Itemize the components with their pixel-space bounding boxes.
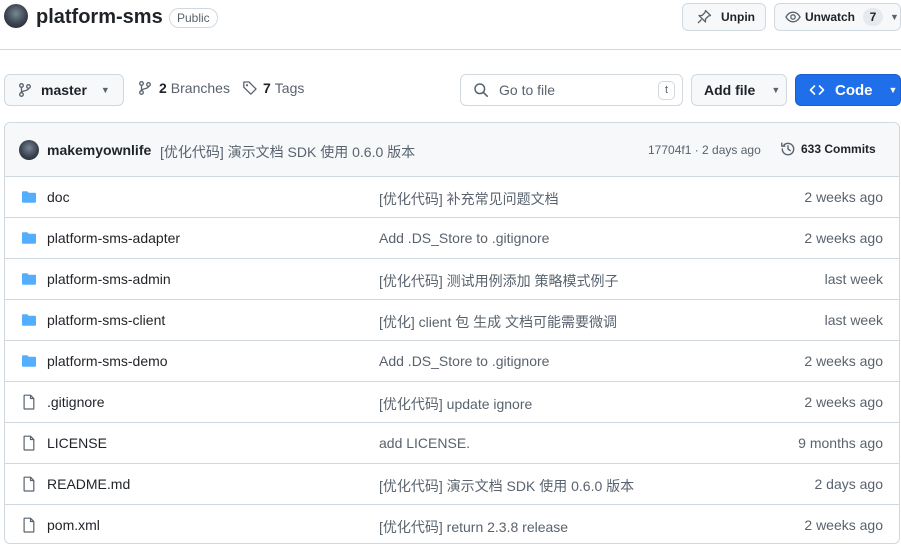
file-row[interactable]: README.md [优化代码] 演示文档 SDK 使用 0.6.0 版本 2 … (5, 464, 899, 505)
file-commit-date: last week (824, 271, 883, 287)
search-icon (474, 83, 488, 97)
file-commit-date: 2 weeks ago (804, 517, 883, 533)
file-name[interactable]: pom.xml (47, 517, 100, 533)
add-file-button[interactable]: Add file ▼ (691, 74, 787, 106)
chevron-down-icon: ▼ (100, 85, 110, 95)
add-file-label: Add file (704, 82, 756, 98)
file-name[interactable]: platform-sms-adapter (47, 230, 180, 246)
unwatch-label: Unwatch (805, 10, 856, 24)
commit-author[interactable]: makemyownlife (47, 142, 151, 158)
pin-icon (697, 9, 712, 24)
file-list: doc [优化代码] 补充常见问题文档 2 weeks ago platform… (5, 177, 899, 543)
branches-count: 2 (159, 80, 167, 96)
file-commit-message[interactable]: [优化代码] 演示文档 SDK 使用 0.6.0 版本 (379, 476, 634, 496)
file-commit-date: last week (824, 312, 883, 328)
file-name[interactable]: README.md (47, 476, 130, 492)
eye-icon (785, 11, 801, 23)
repo-name[interactable]: platform-sms (36, 6, 163, 29)
chevron-down-icon: ▼ (888, 85, 898, 95)
folder-icon (21, 189, 37, 205)
repo-header: platform-sms Public Unpin Unwatch 7 ▼ (0, 0, 901, 50)
file-commit-message[interactable]: [优化代码] return 2.3.8 release (379, 517, 568, 537)
file-commit-message[interactable]: Add .DS_Store to .gitignore (379, 353, 549, 369)
file-icon (21, 517, 37, 533)
file-commit-message[interactable]: [优化代码] 测试用例添加 策略模式例子 (379, 271, 619, 291)
visibility-badge: Public (169, 8, 218, 28)
git-branch-icon (19, 83, 31, 97)
file-row[interactable]: LICENSE add LICENSE. 9 months ago (5, 423, 899, 464)
go-to-file-placeholder: Go to file (499, 82, 556, 98)
folder-icon (21, 230, 37, 246)
commits-history-link[interactable]: 633 Commits (780, 141, 876, 157)
file-row[interactable]: pom.xml [优化代码] return 2.3.8 release 2 we… (5, 505, 899, 543)
author-avatar[interactable] (19, 140, 39, 160)
file-commit-message[interactable]: [优化] client 包 生成 文档可能需要微调 (379, 312, 617, 332)
file-row[interactable]: .gitignore [优化代码] update ignore 2 weeks … (5, 382, 899, 423)
commit-message[interactable]: [优化代码] 演示文档 SDK 使用 0.6.0 版本 (160, 142, 415, 162)
go-to-file-input[interactable]: Go to file t (460, 74, 683, 106)
file-browser: makemyownlife [优化代码] 演示文档 SDK 使用 0.6.0 版… (4, 122, 900, 544)
chevron-down-icon: ▼ (771, 85, 781, 95)
file-row[interactable]: platform-sms-demo Add .DS_Store to .giti… (5, 341, 899, 382)
commit-hash-age[interactable]: 17704f1 · 2 days ago (648, 143, 761, 157)
branches-link[interactable]: 2 Branches (137, 80, 230, 96)
file-row[interactable]: platform-sms-client [优化] client 包 生成 文档可… (5, 300, 899, 341)
file-commit-message[interactable]: [优化代码] update ignore (379, 394, 532, 414)
history-icon (781, 142, 795, 156)
file-commit-message[interactable]: [优化代码] 补充常见问题文档 (379, 189, 559, 209)
folder-icon (21, 271, 37, 287)
file-commit-date: 2 weeks ago (804, 353, 883, 369)
branch-name: master (41, 82, 87, 98)
file-row[interactable]: platform-sms-adapter Add .DS_Store to .g… (5, 218, 899, 259)
owner-avatar[interactable] (4, 4, 28, 28)
file-commit-date: 2 weeks ago (804, 189, 883, 205)
file-name[interactable]: LICENSE (47, 435, 107, 451)
file-name[interactable]: doc (47, 189, 70, 205)
chevron-down-icon: ▼ (890, 12, 899, 22)
branch-selector[interactable]: master ▼ (4, 74, 124, 106)
file-commit-message[interactable]: add LICENSE. (379, 435, 470, 451)
file-name[interactable]: platform-sms-admin (47, 271, 171, 287)
watch-count: 7 (863, 8, 884, 26)
file-commit-date: 2 weeks ago (804, 230, 883, 246)
file-commit-date: 2 days ago (814, 476, 884, 492)
file-icon (21, 476, 37, 492)
keyboard-shortcut-hint: t (658, 81, 675, 100)
branches-label: Branches (170, 80, 230, 96)
file-icon (21, 394, 37, 410)
folder-icon (21, 312, 37, 328)
tags-link[interactable]: 7 Tags (242, 80, 304, 96)
latest-commit-bar: makemyownlife [优化代码] 演示文档 SDK 使用 0.6.0 版… (5, 123, 899, 177)
file-commit-message[interactable]: Add .DS_Store to .gitignore (379, 230, 549, 246)
file-name[interactable]: .gitignore (47, 394, 105, 410)
unpin-label: Unpin (721, 10, 755, 24)
tags-label: Tags (274, 80, 305, 96)
code-label: Code (835, 81, 873, 99)
file-commit-date: 2 weeks ago (804, 394, 883, 410)
unpin-button[interactable]: Unpin (682, 3, 766, 31)
code-icon (809, 85, 825, 95)
file-row[interactable]: doc [优化代码] 补充常见问题文档 2 weeks ago (5, 177, 899, 218)
file-row[interactable]: platform-sms-admin [优化代码] 测试用例添加 策略模式例子 … (5, 259, 899, 300)
file-name[interactable]: platform-sms-demo (47, 353, 168, 369)
commits-count: 633 Commits (801, 142, 876, 156)
git-branch-icon (139, 81, 151, 95)
tags-count: 7 (263, 80, 271, 96)
file-commit-date: 9 months ago (798, 435, 883, 451)
file-name[interactable]: platform-sms-client (47, 312, 165, 328)
folder-icon (21, 353, 37, 369)
file-icon (21, 435, 37, 451)
unwatch-button[interactable]: Unwatch 7 ▼ (774, 3, 901, 31)
code-button[interactable]: Code ▼ (795, 74, 901, 106)
tag-icon (243, 81, 257, 95)
